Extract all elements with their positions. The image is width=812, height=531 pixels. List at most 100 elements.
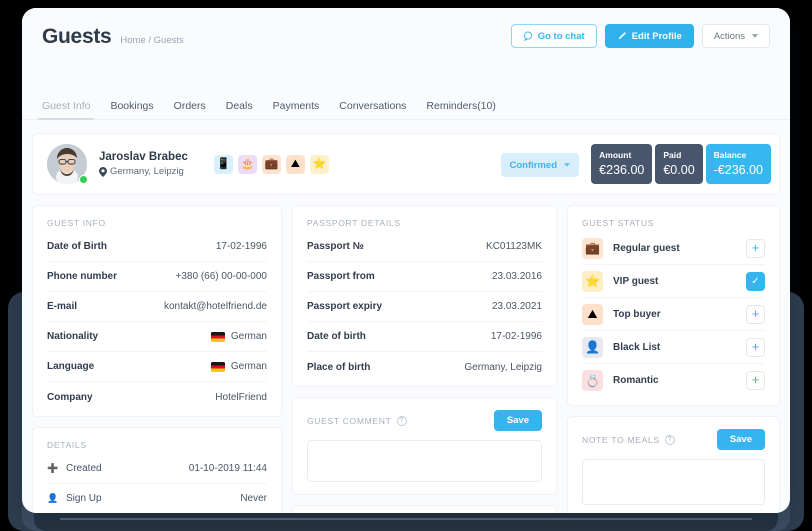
guest-info-row: E-mail kontakt@hotelfriend.de — [47, 292, 267, 322]
tab-conversations[interactable]: Conversations — [339, 100, 406, 119]
note-meals-save-button[interactable]: Save — [716, 429, 765, 450]
passport-key: Date of birth — [307, 331, 366, 342]
star-icon[interactable]: ⭐ — [309, 154, 329, 174]
passport-value: 17-02-1996 — [490, 331, 542, 342]
german-flag-icon — [210, 361, 225, 372]
guest-status-row: ⭐ VIP guest ✓ — [582, 265, 765, 298]
guest-info-key: E-mail — [47, 301, 78, 312]
calendar-plus-icon: ➕ — [47, 463, 59, 473]
passport-value: Germany, Leipzig — [464, 361, 542, 373]
guest-status-toggle[interactable]: + — [746, 304, 765, 324]
guest-status-toggle[interactable]: ✓ — [746, 271, 765, 291]
suitcase-icon: 💼 — [582, 237, 603, 259]
middle-column: PASSPORT DETAILS Passport № KC01123MK Pa… — [292, 205, 557, 513]
user-block-icon: 👤 — [582, 336, 603, 358]
guest-badge-row: 📱 🎂 💼 ⛰ ⭐ — [213, 154, 329, 174]
money-box-paid: Paid €0.00 — [655, 144, 703, 184]
note-meals-input[interactable] — [582, 459, 765, 505]
guest-info-value: German — [210, 331, 267, 342]
details-key: 👤 Sign Up — [47, 493, 102, 504]
passport-row: Passport expiry 23.03.2021 — [307, 292, 542, 322]
guest-info-value: German — [210, 361, 267, 372]
passport-key: Passport expiry — [307, 301, 383, 312]
go-to-chat-label: Go to chat — [537, 30, 585, 42]
actions-dropdown[interactable]: Actions — [701, 24, 770, 48]
guest-info-row: Phone number +380 (66) 00-00-000 — [47, 262, 267, 292]
guest-status-toggle[interactable]: + — [746, 238, 765, 258]
guest-info-row: Nationality German — [47, 322, 267, 352]
food-cover-icon[interactable]: ⛰ — [285, 154, 305, 174]
booking-status-dropdown[interactable]: Confirmed — [500, 153, 579, 177]
details-row: ➕ Created 01-10-2019 11:44 — [47, 454, 267, 484]
money-label: Paid — [663, 150, 682, 160]
guest-status-panel: GUEST STATUS 💼 Regular guest + ⭐ VIP gue… — [567, 205, 780, 406]
right-column: GUEST STATUS 💼 Regular guest + ⭐ VIP gue… — [567, 205, 780, 513]
actions-label: Actions — [713, 30, 745, 42]
question-mark-icon[interactable]: ? — [396, 415, 407, 426]
guest-info-value: 17-02-1996 — [215, 241, 267, 252]
avatar-wrap — [47, 144, 88, 184]
guest-status-name: Top buyer — [613, 308, 661, 320]
passport-row: Place of birth Germany, Leipzig — [307, 352, 542, 382]
tab-payments[interactable]: Payments — [273, 100, 320, 119]
details-value: Never — [240, 493, 267, 504]
booking-status-label: Confirmed — [509, 159, 558, 171]
guest-status-row: 💼 Regular guest + — [582, 232, 765, 265]
edit-profile-button[interactable]: Edit Profile — [604, 24, 694, 48]
tab-orders[interactable]: Orders — [174, 100, 206, 119]
guest-status-name: Black List — [613, 341, 661, 353]
app-window: Guests Home / Guests Go to chat Edit Pro… — [22, 8, 790, 513]
passport-value: KC01123MK — [486, 241, 542, 252]
left-column: GUEST INFO Date of Birth 17-02-1996 Phon… — [32, 205, 282, 513]
mobile-phone-icon[interactable]: 📱 — [213, 154, 233, 174]
details-value: 01-10-2019 11:44 — [188, 463, 267, 474]
guest-location-text: Germany, Leipzig — [110, 166, 184, 177]
guest-info-row: Company HotelFriend — [47, 382, 267, 412]
question-mark-icon[interactable]: ? — [664, 434, 675, 445]
passport-key: Passport № — [307, 241, 364, 252]
tab-guest-info[interactable]: Guest Info — [37, 100, 95, 120]
details-row: 👤 Sign Up Never — [47, 484, 267, 513]
passport-key: Place of birth — [307, 361, 371, 373]
guest-profile-strip: Jaroslav Brabec Germany, Leipzig 📱 🎂 💼 ⛰ ⭐ C… — [32, 133, 780, 195]
note-meals-label-text: NOTE TO MEALS — [582, 434, 660, 445]
guest-info-value: kontakt@hotelfriend.de — [164, 301, 267, 312]
note-housekeeping-panel: NOTE TO HOUSEKEEPING ? Save — [292, 505, 557, 513]
suitcase-icon[interactable]: 💼 — [261, 154, 281, 174]
birthday-cake-icon[interactable]: 🎂 — [237, 154, 257, 174]
profile-identity: Jaroslav Brabec Germany, Leipzig — [99, 151, 188, 177]
tab-bookings[interactable]: Bookings — [110, 100, 153, 119]
money-value: -€236.00 — [713, 163, 763, 177]
guest-status-toggle[interactable]: + — [746, 337, 765, 357]
details-key: ➕ Created — [47, 463, 102, 474]
passport-details-title: PASSPORT DETAILS — [307, 218, 401, 228]
passport-key: Passport from — [307, 271, 375, 282]
tab-reminders-10[interactable]: Reminders(10) — [426, 100, 495, 119]
passport-value: 23.03.2016 — [491, 271, 542, 282]
guest-status-row: 💍 Romantic + — [582, 364, 765, 397]
page-header: Guests Home / Guests Go to chat Edit Pro… — [22, 8, 790, 93]
guest-comment-input[interactable] — [307, 440, 542, 482]
guest-comment-save-button[interactable]: Save — [493, 410, 542, 431]
german-flag-icon — [210, 331, 225, 342]
guest-status-name: Regular guest — [613, 242, 680, 254]
passport-row: Date of birth 17-02-1996 — [307, 322, 542, 352]
device-frame-hinge — [60, 518, 752, 520]
passport-details-panel: PASSPORT DETAILS Passport № KC01123MK Pa… — [292, 205, 557, 387]
money-box-amount: Amount €236.00 — [591, 144, 653, 184]
guest-info-key: Language — [47, 361, 95, 372]
tab-deals[interactable]: Deals — [226, 100, 253, 119]
guest-info-key: Company — [47, 391, 93, 403]
online-status-dot — [79, 175, 88, 184]
guest-status-row: 👤 Black List + — [582, 331, 765, 364]
guest-info-panel: GUEST INFO Date of Birth 17-02-1996 Phon… — [32, 205, 282, 417]
note-meals-head: NOTE TO MEALS ? Save — [582, 429, 765, 450]
money-label: Balance — [713, 150, 747, 160]
guest-status-row: ⛰ Top buyer + — [582, 298, 765, 331]
map-pin-icon — [99, 166, 107, 177]
user-icon: 👤 — [47, 493, 59, 503]
breadcrumb: Home / Guests — [120, 35, 184, 46]
guest-info-title: GUEST INFO — [47, 218, 106, 228]
guest-status-toggle[interactable]: + — [746, 371, 765, 390]
go-to-chat-button[interactable]: Go to chat — [510, 24, 597, 48]
